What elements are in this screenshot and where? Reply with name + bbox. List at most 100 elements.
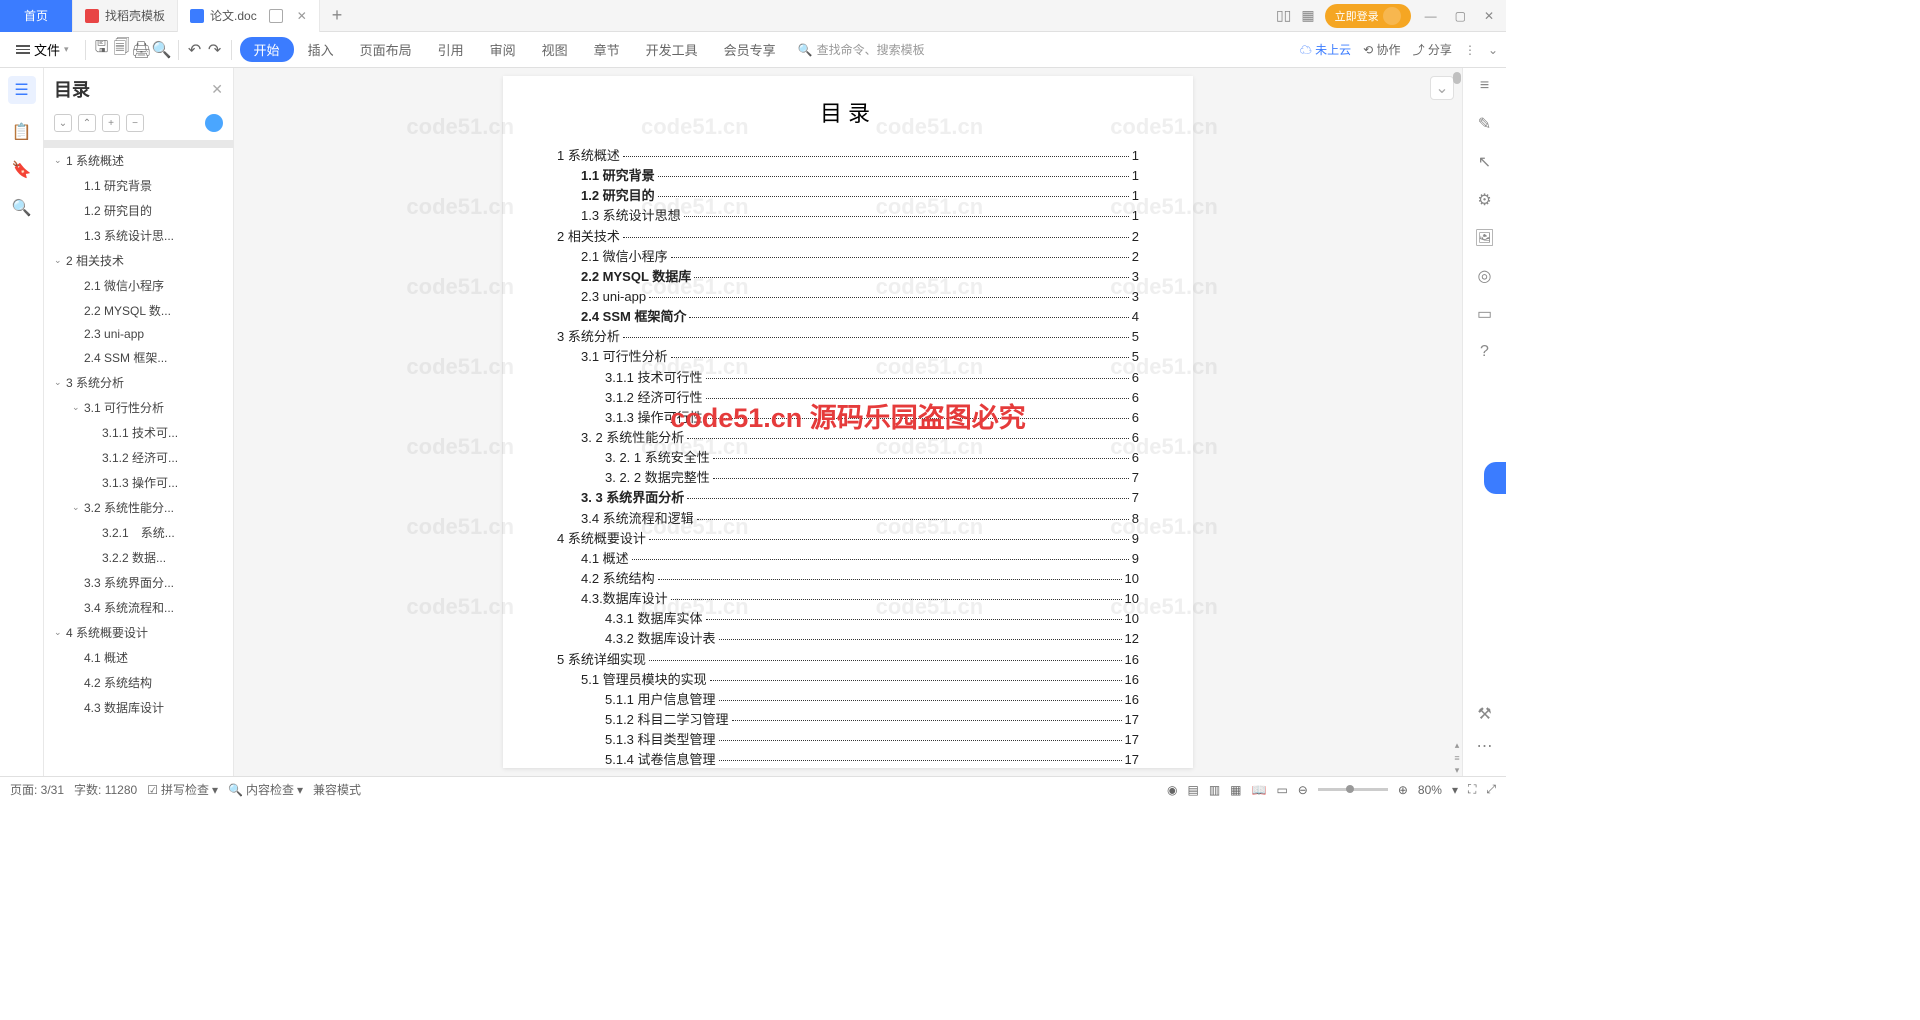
- toc-entry[interactable]: 5.1.1 用户信息管理16: [557, 690, 1139, 710]
- outline-item[interactable]: 4.2 系统结构: [44, 670, 233, 695]
- maximize-button[interactable]: ▢: [1451, 9, 1470, 23]
- menu-视图[interactable]: 视图: [530, 37, 580, 62]
- settings-icon[interactable]: ⚙: [1475, 190, 1495, 210]
- zoom-dropdown-icon[interactable]: ▾: [1452, 783, 1458, 797]
- page-indicator[interactable]: 页面: 3/31: [10, 781, 64, 798]
- outline-item[interactable]: 3.2.1 系统...: [44, 520, 233, 545]
- outline-item[interactable]: ⌄3 系统分析: [44, 370, 233, 395]
- toc-entry[interactable]: 1.2 研究目的1: [557, 186, 1139, 206]
- toc-entry[interactable]: 2 相关技术2: [557, 227, 1139, 247]
- toc-entry[interactable]: 4.3.2 数据库设计表12: [557, 629, 1139, 649]
- login-button[interactable]: 立即登录: [1325, 4, 1411, 28]
- undo-icon[interactable]: ↶: [187, 42, 203, 58]
- tab-document[interactable]: 论文.doc✕: [178, 0, 320, 32]
- toc-entry[interactable]: 2.4 SSM 框架简介4: [557, 307, 1139, 327]
- collaborate-button[interactable]: ⟲ 协作: [1363, 41, 1400, 58]
- collapse-all-icon[interactable]: ⌄: [54, 114, 72, 132]
- redo-icon[interactable]: ↷: [207, 42, 223, 58]
- toc-entry[interactable]: 4.2 系统结构10: [557, 569, 1139, 589]
- vertical-scrollbar[interactable]: ▴≡▾: [1452, 68, 1462, 776]
- outline-item[interactable]: 2.4 SSM 框架...: [44, 345, 233, 370]
- save-icon[interactable]: 🖫: [94, 42, 110, 58]
- outline-item[interactable]: 3.3 系统界面分...: [44, 570, 233, 595]
- outline-item[interactable]: 4.3 数据库设计: [44, 695, 233, 720]
- toc-entry[interactable]: 4.3.数据库设计10: [557, 589, 1139, 609]
- bookmark-toggle-icon[interactable]: ⌄: [1430, 76, 1454, 100]
- scroll-thumb[interactable]: [1453, 72, 1461, 84]
- sync-icon[interactable]: [269, 9, 283, 23]
- side-drawer-handle[interactable]: [1484, 462, 1506, 494]
- menu-插入[interactable]: 插入: [296, 37, 346, 62]
- close-button[interactable]: ✕: [1480, 9, 1498, 23]
- expand-all-icon[interactable]: ⌃: [78, 114, 96, 132]
- clipboard-icon[interactable]: 📋: [12, 122, 32, 142]
- cursor-icon[interactable]: ↖: [1475, 152, 1495, 172]
- layout-icon[interactable]: ▯▯: [1276, 7, 1291, 24]
- print-preview-icon[interactable]: 🔍: [154, 42, 170, 58]
- outline-item[interactable]: ⌄3.2 系统性能分...: [44, 495, 233, 520]
- outline-item[interactable]: ⌄2 相关技术: [44, 248, 233, 273]
- scroll-up-icon[interactable]: ▴: [1455, 740, 1460, 751]
- toc-entry[interactable]: 1 系统概述1: [557, 146, 1139, 166]
- view-page-icon[interactable]: ▤: [1187, 783, 1198, 797]
- outline-item[interactable]: 3.1.3 操作可...: [44, 470, 233, 495]
- toc-entry[interactable]: 3. 2. 1 系统安全性6: [557, 448, 1139, 468]
- menu-会员专享[interactable]: 会员专享: [712, 37, 788, 62]
- tab-templates[interactable]: 找稻壳模板: [73, 0, 178, 32]
- toc-entry[interactable]: 3.1.1 技术可行性6: [557, 368, 1139, 388]
- outline-item[interactable]: 1.3 系统设计思...: [44, 223, 233, 248]
- compat-mode[interactable]: 兼容模式: [313, 781, 361, 798]
- outline-item[interactable]: 3.2.2 数据...: [44, 545, 233, 570]
- toc-entry[interactable]: 4.1 概述9: [557, 549, 1139, 569]
- read-mode-icon[interactable]: 📖: [1252, 783, 1267, 797]
- toc-entry[interactable]: 3. 3 系统界面分析7: [557, 488, 1139, 508]
- view-web-icon[interactable]: ▦: [1230, 783, 1241, 797]
- fullscreen-icon[interactable]: ⤢: [1486, 782, 1496, 797]
- toc-entry[interactable]: 3.4 系统流程和逻辑8: [557, 509, 1139, 529]
- add-item-icon[interactable]: +: [102, 114, 120, 132]
- file-menu[interactable]: 文件▾: [8, 36, 77, 63]
- toc-entry[interactable]: 2.2 MYSQL 数据库3: [557, 267, 1139, 287]
- menu-引用[interactable]: 引用: [426, 37, 476, 62]
- collapse-ribbon-icon[interactable]: ⌄: [1488, 43, 1498, 57]
- minimize-button[interactable]: —: [1421, 9, 1441, 23]
- toc-entry[interactable]: 3. 2. 2 数据完整性7: [557, 468, 1139, 488]
- outline-close-icon[interactable]: ✕: [211, 81, 223, 98]
- more-icon[interactable]: ⋮: [1464, 43, 1476, 57]
- outline-item[interactable]: 3.1.2 经济可...: [44, 445, 233, 470]
- zoom-slider[interactable]: [1318, 788, 1388, 791]
- cloud-status[interactable]: ☁ 未上云: [1300, 41, 1351, 58]
- save-as-icon[interactable]: 🗐: [114, 42, 130, 58]
- new-tab-button[interactable]: +: [320, 5, 355, 26]
- outline-item[interactable]: ⌄3.1 可行性分析: [44, 395, 233, 420]
- pen-icon[interactable]: ✎: [1475, 114, 1495, 134]
- toc-entry[interactable]: 5 系统详细实现16: [557, 650, 1139, 670]
- zoom-level[interactable]: 80%: [1418, 783, 1442, 797]
- zoom-out-icon[interactable]: ⊖: [1298, 783, 1308, 797]
- tab-close-icon[interactable]: ✕: [297, 9, 307, 23]
- print-layout-icon[interactable]: ▭: [1276, 783, 1287, 797]
- toc-entry[interactable]: 1.3 系统设计思想1: [557, 206, 1139, 226]
- menu-lines-icon[interactable]: ≡: [1475, 76, 1495, 96]
- toc-entry[interactable]: 1.1 研究背景1: [557, 166, 1139, 186]
- toc-entry[interactable]: 3 系统分析5: [557, 327, 1139, 347]
- outline-item[interactable]: ⌄1 系统概述: [44, 148, 233, 173]
- remove-item-icon[interactable]: −: [126, 114, 144, 132]
- toc-entry[interactable]: 2.3 uni-app3: [557, 287, 1139, 307]
- zoom-in-icon[interactable]: ⊕: [1398, 783, 1408, 797]
- share-button[interactable]: ⤴ 分享: [1413, 41, 1452, 58]
- toc-entry[interactable]: 5.1.4 试卷信息管理17: [557, 750, 1139, 770]
- print-icon[interactable]: 🖨: [134, 42, 150, 58]
- content-check[interactable]: 🔍 内容检查 ▾: [228, 781, 303, 798]
- spell-check[interactable]: ☑ 拼写检查 ▾: [147, 781, 218, 798]
- outline-item[interactable]: 2.1 微信小程序: [44, 273, 233, 298]
- help-icon[interactable]: ?: [1475, 342, 1495, 362]
- fit-page-icon[interactable]: ⛶: [1468, 782, 1476, 797]
- scroll-handle-icon[interactable]: ≡: [1454, 753, 1459, 763]
- more-dots-icon[interactable]: ⋯: [1475, 736, 1495, 756]
- command-search[interactable]: 🔍查找命令、搜索模板: [798, 41, 925, 58]
- outline-item[interactable]: 4.1 概述: [44, 645, 233, 670]
- message-icon[interactable]: [205, 114, 223, 132]
- outline-item[interactable]: 3.4 系统流程和...: [44, 595, 233, 620]
- toc-entry[interactable]: 5.1.2 科目二学习管理17: [557, 710, 1139, 730]
